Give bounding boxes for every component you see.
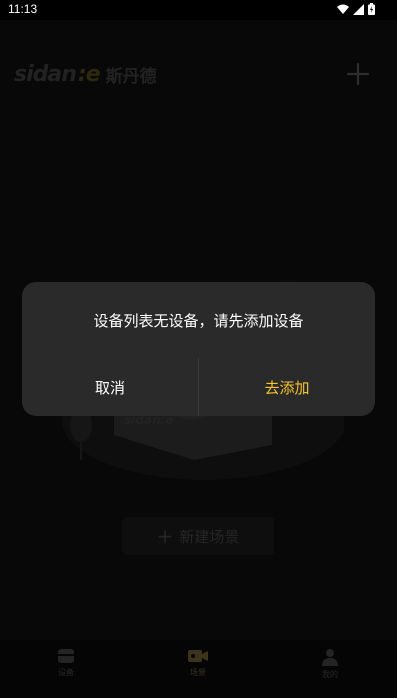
battery-icon <box>368 3 375 15</box>
status-time: 11:13 <box>8 2 38 16</box>
status-icons <box>337 3 375 15</box>
cancel-button[interactable]: 取消 <box>22 358 198 416</box>
status-bar: 11:13 <box>0 0 397 20</box>
wifi-icon <box>337 4 349 14</box>
dialog-message: 设备列表无设备，请先添加设备 <box>93 312 304 330</box>
go-add-button[interactable]: 去添加 <box>199 358 375 416</box>
signal-icon <box>353 3 364 15</box>
no-device-dialog: 设备列表无设备，请先添加设备 取消 去添加 <box>22 282 375 416</box>
